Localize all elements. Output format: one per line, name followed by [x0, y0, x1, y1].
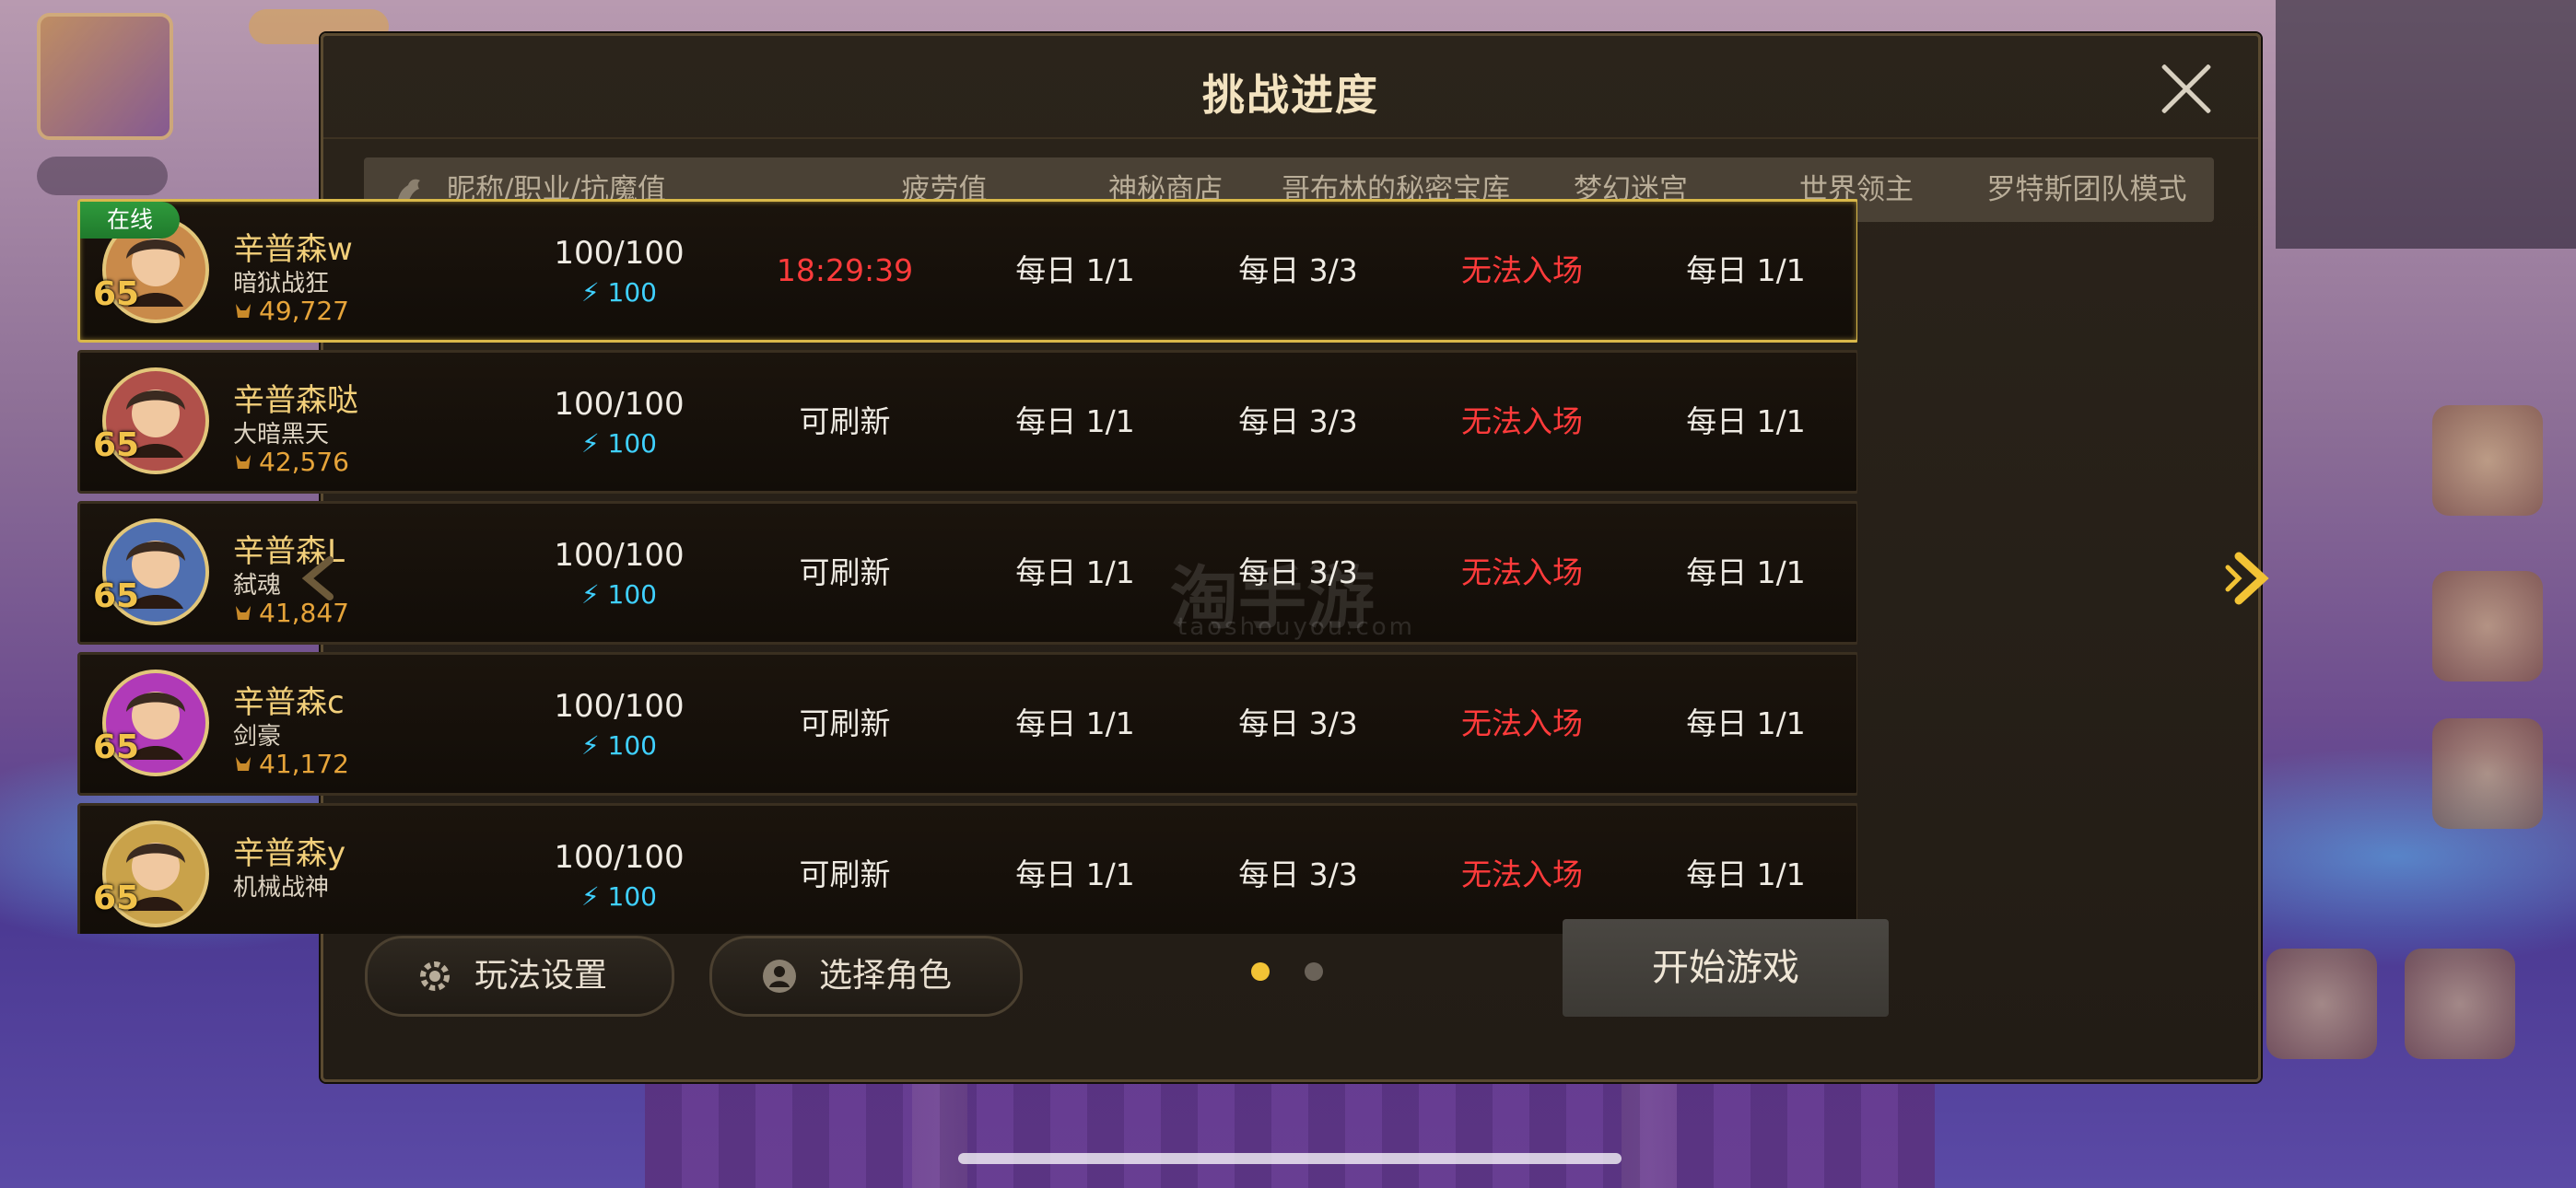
character-job: 剑豪: [233, 723, 282, 751]
lightning-icon: ⚡: [580, 428, 608, 459]
mystery-shop-status: 可刷新: [799, 554, 891, 590]
mystery-shop-status: 18:29:39: [776, 252, 914, 288]
fatigue-energy: ⚡ 100: [522, 579, 716, 610]
fatigue-energy-number: 100: [607, 730, 657, 761]
character-row[interactable]: 65 在线辛普森w 暗狱战狂 49,727 100/100 ⚡ 100 18:29:39 每日…: [77, 199, 1857, 343]
page-dot[interactable]: [1305, 962, 1323, 981]
world-lord-status: 无法入场: [1461, 705, 1583, 741]
select-role-button[interactable]: 选择角色: [709, 936, 1023, 1017]
character-name: 辛普森哒: [233, 382, 358, 419]
lotus-raid-status: 每日 1/1: [1686, 856, 1806, 892]
anti-magic-value: 42,576: [233, 447, 349, 477]
goblin-vault-status: 每日 1/1: [1015, 403, 1135, 439]
world-lord-status: 无法入场: [1461, 856, 1583, 892]
page-prev-arrow-icon[interactable]: [295, 553, 346, 604]
fatigue-energy: ⚡ 100: [522, 730, 716, 761]
dialog-title: 挑战进度: [1202, 70, 1379, 120]
gameplay-settings-button[interactable]: 玩法设置: [365, 936, 674, 1017]
world-lord-status: 无法入场: [1461, 403, 1583, 439]
fatigue-value: 100/100: [554, 688, 685, 725]
anti-magic-number: 41,172: [259, 749, 349, 779]
horned-helmet-icon: [236, 606, 251, 620]
online-badge: 在线: [80, 202, 180, 239]
fatigue-energy: ⚡ 100: [522, 428, 716, 459]
goblin-vault-status: 每日 1/1: [1015, 554, 1135, 590]
character-name: 辛普森c: [233, 684, 345, 721]
fatigue-energy-number: 100: [607, 277, 657, 308]
fatigue-energy-number: 100: [607, 579, 657, 610]
dream-maze-status: 每日 3/3: [1238, 705, 1358, 741]
fatigue-energy: ⚡ 100: [522, 881, 716, 912]
dream-maze-status: 每日 3/3: [1238, 252, 1358, 288]
fatigue-value: 100/100: [554, 386, 685, 423]
mystery-shop-status: 可刷新: [799, 705, 891, 741]
gear-icon: [420, 961, 450, 991]
character-job: 弑魂: [233, 572, 282, 600]
dream-maze-status: 每日 3/3: [1238, 856, 1358, 892]
minimap-panel[interactable]: [2276, 0, 2576, 249]
lightning-icon: ⚡: [580, 881, 608, 912]
anti-magic-number: 42,576: [259, 447, 349, 477]
side-menu-button[interactable]: [2266, 949, 2377, 1059]
fatigue-value: 100/100: [554, 537, 685, 574]
anti-magic-value: 49,727: [233, 296, 349, 326]
side-menu-button[interactable]: [2432, 571, 2543, 681]
character-job: 暗狱战狂: [233, 270, 330, 297]
lightning-icon: ⚡: [580, 579, 608, 610]
title-divider: [323, 137, 2258, 139]
column-header-lotus-raid: 罗特斯团队模式: [1986, 173, 2187, 206]
side-menu-button[interactable]: [2405, 949, 2515, 1059]
anti-magic-value: 41,172: [233, 749, 349, 779]
close-button[interactable]: [2159, 62, 2214, 117]
world-lord-status: 无法入场: [1461, 554, 1583, 590]
fatigue-value: 100/100: [554, 235, 685, 272]
fatigue-energy: ⚡ 100: [522, 277, 716, 308]
character-row[interactable]: 65 辛普森y 机械战神 100/100 ⚡ 100 可刷新 每日 1/1 每日 3/3 无法入…: [77, 803, 1857, 934]
horned-helmet-icon: [236, 455, 251, 469]
character-level: 65: [93, 879, 140, 917]
lotus-raid-status: 每日 1/1: [1686, 252, 1806, 288]
page-dot-active[interactable]: [1251, 962, 1270, 981]
lotus-raid-status: 每日 1/1: [1686, 554, 1806, 590]
home-indicator[interactable]: [958, 1153, 1622, 1164]
anti-magic-number: 49,727: [259, 296, 349, 326]
character-job: 大暗黑天: [233, 421, 330, 448]
character-row[interactable]: 65 辛普森c 剑豪 41,172 100/100 ⚡ 100 可刷新 每日 1/1 每日 3/…: [77, 652, 1857, 796]
settings-label: 玩法设置: [474, 957, 608, 995]
watermark-sub: taoshouyou.com: [1177, 613, 1416, 641]
character-name: 辛普森y: [233, 835, 346, 872]
page-next-arrow-icon[interactable]: [2220, 549, 2279, 608]
fatigue-value: 100/100: [554, 839, 685, 876]
dream-maze-status: 每日 3/3: [1238, 403, 1358, 439]
character-level: 65: [93, 426, 140, 464]
side-menu-button[interactable]: [2432, 718, 2543, 829]
player-avatar[interactable]: [37, 13, 173, 140]
mystery-shop-status: 可刷新: [799, 856, 891, 892]
horned-helmet-icon: [236, 304, 251, 318]
fatigue-energy-number: 100: [607, 881, 657, 912]
side-menu-button[interactable]: [2432, 405, 2543, 516]
horned-helmet-icon: [236, 757, 251, 771]
mystery-shop-status: 可刷新: [799, 403, 891, 439]
lotus-raid-status: 每日 1/1: [1686, 705, 1806, 741]
character-job: 机械战神: [233, 874, 330, 902]
lightning-icon: ⚡: [580, 277, 608, 308]
hud-chip[interactable]: [37, 157, 168, 195]
character-level: 65: [93, 275, 140, 313]
fatigue-energy-number: 100: [607, 428, 657, 459]
lightning-icon: ⚡: [580, 730, 608, 761]
goblin-vault-status: 每日 1/1: [1015, 252, 1135, 288]
character-level: 65: [93, 577, 140, 615]
character-row[interactable]: 65 辛普森哒 大暗黑天 42,576 100/100 ⚡ 100 可刷新 每日 1/1 每日 …: [77, 350, 1857, 494]
start-game-button[interactable]: 开始游戏: [1563, 919, 1889, 1017]
goblin-vault-status: 每日 1/1: [1015, 705, 1135, 741]
select-role-label: 选择角色: [819, 957, 953, 995]
lotus-raid-status: 每日 1/1: [1686, 403, 1806, 439]
goblin-vault-status: 每日 1/1: [1015, 856, 1135, 892]
character-level: 65: [93, 728, 140, 766]
character-name: 辛普森w: [233, 231, 353, 268]
character-switch-icon: [763, 960, 796, 993]
world-lord-status: 无法入场: [1461, 252, 1583, 288]
